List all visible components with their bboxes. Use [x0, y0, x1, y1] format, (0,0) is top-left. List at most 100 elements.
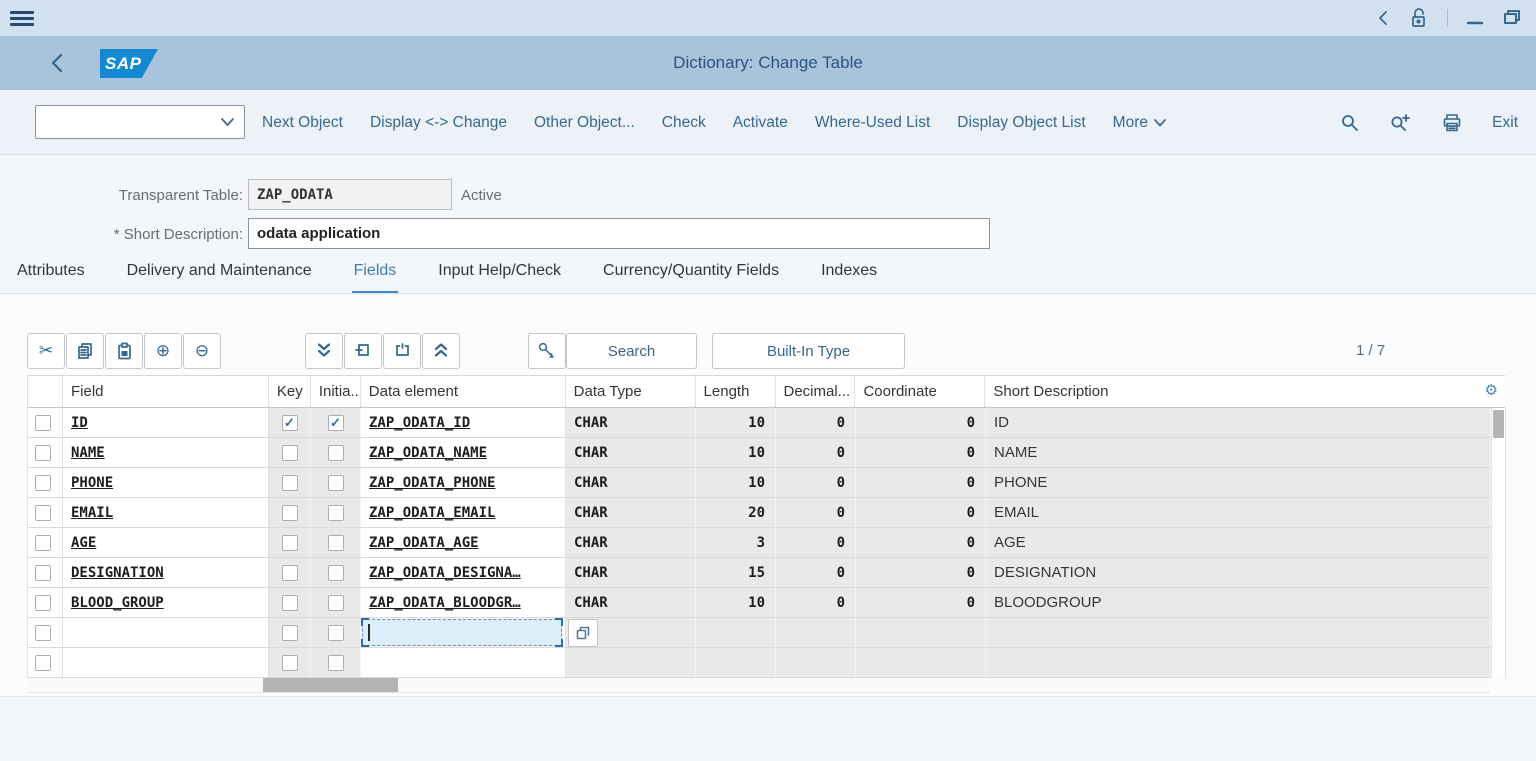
move-up-button[interactable]	[422, 333, 460, 369]
menu-display-object-list[interactable]: Display Object List	[957, 114, 1085, 132]
tab-currency-quantity-fields[interactable]: Currency/Quantity Fields	[601, 258, 781, 294]
col-header-select[interactable]	[28, 376, 63, 407]
move-down-button[interactable]	[305, 333, 343, 369]
tab-input-help-check[interactable]: Input Help/Check	[436, 258, 563, 294]
copy-button[interactable]	[66, 333, 104, 369]
initial-checkbox[interactable]	[328, 595, 344, 611]
menu-next-object[interactable]: Next Object	[262, 114, 343, 132]
value-help-button[interactable]	[568, 619, 598, 647]
key-checkbox[interactable]	[282, 475, 298, 491]
key-checkbox[interactable]	[282, 445, 298, 461]
row-select-checkbox[interactable]	[35, 565, 51, 581]
print-icon[interactable]	[1442, 113, 1462, 133]
initial-checkbox[interactable]	[328, 475, 344, 491]
coordinate-value: 0	[967, 505, 975, 521]
back-button[interactable]	[48, 52, 66, 79]
col-header-data-element[interactable]: Data element	[361, 376, 566, 407]
field-name-link[interactable]: AGE	[63, 535, 96, 551]
paste-button[interactable]	[105, 333, 143, 369]
search-next-icon[interactable]	[1390, 113, 1412, 133]
shell-back-icon[interactable]	[1377, 10, 1391, 26]
command-combobox[interactable]	[35, 105, 245, 139]
row-select-checkbox[interactable]	[35, 415, 51, 431]
tab-fields[interactable]: Fields	[352, 258, 399, 294]
unlock-icon[interactable]	[1409, 7, 1429, 29]
row-select-checkbox[interactable]	[35, 595, 51, 611]
menu-where-used-list[interactable]: Where-Used List	[815, 114, 930, 132]
col-header-field[interactable]: Field	[63, 376, 269, 407]
menu-more[interactable]: More	[1113, 114, 1166, 132]
col-header-short-description[interactable]: Short Description	[985, 376, 1505, 407]
row-select-checkbox[interactable]	[35, 655, 51, 671]
key-checkbox[interactable]: ✓	[282, 415, 298, 431]
data-element-link[interactable]: ZAP_ODATA_ID	[361, 415, 470, 431]
col-header-length[interactable]: Length	[696, 376, 776, 407]
search-button[interactable]: Search	[566, 333, 697, 369]
menu-display-change[interactable]: Display <-> Change	[370, 114, 507, 132]
col-header-coordinate[interactable]: Coordinate	[855, 376, 985, 407]
initial-checkbox[interactable]	[328, 565, 344, 581]
table-settings-gear-icon[interactable]: ⚙	[1485, 383, 1498, 398]
col-header-key[interactable]: Key	[269, 376, 311, 407]
field-name-link[interactable]: BLOOD_GROUP	[63, 595, 164, 611]
initial-checkbox[interactable]	[328, 655, 344, 671]
field-name-link[interactable]: ID	[63, 415, 88, 431]
search-icon[interactable]	[1340, 113, 1360, 133]
insert-row-button[interactable]: ⊕	[144, 333, 182, 369]
initial-checkbox[interactable]	[328, 445, 344, 461]
row-select-checkbox[interactable]	[35, 445, 51, 461]
data-element-link[interactable]: ZAP_ODATA_PHONE	[361, 475, 495, 491]
field-name-link[interactable]: EMAIL	[63, 505, 113, 521]
menu-exit[interactable]: Exit	[1492, 114, 1518, 132]
row-select-checkbox[interactable]	[35, 535, 51, 551]
short-description-value: BLOODGROUP	[994, 594, 1102, 611]
data-element-link[interactable]: ZAP_ODATA_EMAIL	[361, 505, 495, 521]
row-select-checkbox[interactable]	[35, 625, 51, 641]
data-element-cell[interactable]	[361, 648, 566, 678]
delete-row-button[interactable]: ⊖	[183, 333, 221, 369]
vertical-scrollbar[interactable]	[1491, 408, 1506, 678]
col-header-decimals[interactable]: Decimal...	[776, 376, 856, 407]
key-checkbox[interactable]	[282, 565, 298, 581]
key-checkbox[interactable]	[282, 595, 298, 611]
data-element-input-focused[interactable]	[362, 619, 562, 646]
menu-other-object[interactable]: Other Object...	[534, 114, 635, 132]
initial-checkbox[interactable]	[328, 505, 344, 521]
horizontal-scrollbar[interactable]	[27, 678, 1490, 693]
data-element-link[interactable]: ZAP_ODATA_NAME	[361, 445, 487, 461]
cut-button[interactable]: ✂	[27, 333, 65, 369]
tab-attributes[interactable]: Attributes	[15, 258, 87, 294]
key-checkbox[interactable]	[282, 625, 298, 641]
hamburger-menu-icon[interactable]	[10, 8, 34, 28]
minimize-icon[interactable]	[1466, 9, 1484, 27]
initial-checkbox[interactable]: ✓	[328, 415, 344, 431]
initial-checkbox[interactable]	[328, 625, 344, 641]
row-select-checkbox[interactable]	[35, 475, 51, 491]
srtd-key-button[interactable]	[528, 333, 566, 369]
vertical-scrollbar-thumb[interactable]	[1493, 410, 1504, 438]
transparent-table-field[interactable]: ZAP_ODATA	[248, 179, 452, 210]
data-element-link[interactable]: ZAP_ODATA_DESIGNA…	[361, 565, 521, 581]
menu-activate[interactable]: Activate	[733, 114, 788, 132]
col-header-data-type[interactable]: Data Type	[566, 376, 696, 407]
data-element-link[interactable]: ZAP_ODATA_AGE	[361, 535, 479, 551]
tab-delivery-maintenance[interactable]: Delivery and Maintenance	[125, 258, 314, 294]
row-select-checkbox[interactable]	[35, 505, 51, 521]
insert-line-button[interactable]	[344, 333, 382, 369]
menu-check[interactable]: Check	[662, 114, 706, 132]
key-checkbox[interactable]	[282, 535, 298, 551]
field-name-link[interactable]: DESIGNATION	[63, 565, 164, 581]
tab-indexes[interactable]: Indexes	[819, 258, 879, 294]
initial-checkbox[interactable]	[328, 535, 344, 551]
col-header-initial[interactable]: Initia...	[311, 376, 361, 407]
restore-window-icon[interactable]	[1502, 8, 1522, 28]
key-checkbox[interactable]	[282, 505, 298, 521]
key-checkbox[interactable]	[282, 655, 298, 671]
delete-line-button[interactable]	[383, 333, 421, 369]
field-name-link[interactable]: PHONE	[63, 475, 113, 491]
short-description-field[interactable]: odata application	[248, 218, 990, 249]
built-in-type-button[interactable]: Built-In Type	[712, 333, 905, 369]
data-element-link[interactable]: ZAP_ODATA_BLOODGR…	[361, 595, 521, 611]
horizontal-scrollbar-thumb[interactable]	[263, 678, 398, 692]
field-name-link[interactable]: NAME	[63, 445, 105, 461]
